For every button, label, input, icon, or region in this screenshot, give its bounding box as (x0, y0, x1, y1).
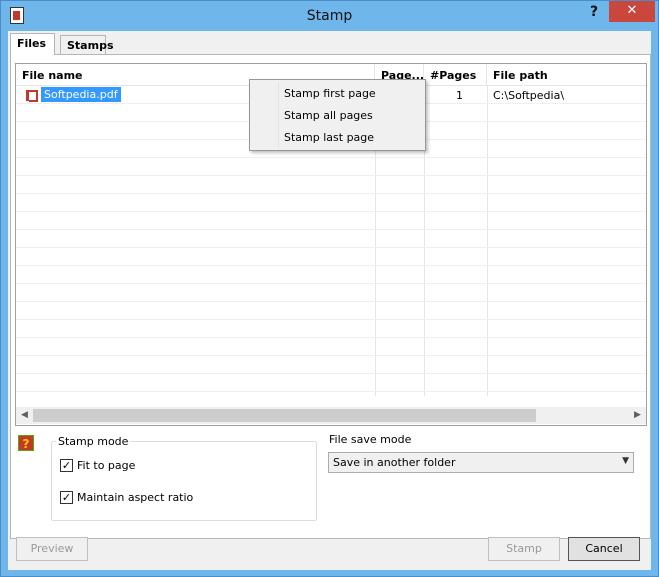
empty-row (16, 266, 646, 284)
stamp-button[interactable]: Stamp (488, 537, 560, 561)
scroll-right-icon[interactable]: ▶ (629, 407, 646, 424)
empty-row (16, 356, 646, 374)
column-header-file-path[interactable]: File path (487, 64, 646, 86)
menu-item-stamp-first-page[interactable]: Stamp first page (252, 83, 423, 105)
empty-row (16, 248, 646, 266)
help-icon[interactable]: ? (18, 435, 34, 451)
empty-row (16, 284, 646, 302)
empty-row (16, 302, 646, 320)
file-save-mode-label: File save mode (329, 433, 412, 446)
column-header-pages[interactable]: #Pages (424, 64, 487, 86)
fit-to-page-label[interactable]: Fit to page (77, 459, 135, 472)
file-save-mode-select[interactable]: Save in another folder ▼ (328, 452, 634, 473)
window-title: Stamp (306, 8, 353, 24)
stamp-mode-title: Stamp mode (56, 435, 131, 448)
help-button[interactable]: ? (587, 4, 601, 22)
file-name-cell[interactable]: Softpedia.pdf (41, 87, 121, 102)
scroll-left-icon[interactable]: ◀ (16, 407, 33, 424)
close-button[interactable]: ✕ (609, 1, 655, 22)
stamp-mode-group: Stamp mode ✓ Fit to page ✓ Maintain aspe… (51, 435, 317, 521)
menu-item-stamp-all-pages[interactable]: Stamp all pages (252, 105, 423, 127)
tab-files[interactable]: Files (10, 33, 55, 55)
file-save-mode-value: Save in another folder (333, 456, 456, 469)
empty-row (16, 212, 646, 230)
empty-row (16, 194, 646, 212)
tab-strip: Files Stamps (8, 33, 651, 55)
pages-cell[interactable]: 1 (424, 86, 487, 104)
scroll-thumb[interactable] (33, 409, 536, 422)
empty-row (16, 176, 646, 194)
empty-row (16, 374, 646, 392)
empty-row (16, 338, 646, 356)
stamp-window: Stamp ? ✕ Files Stamps File name Page...… (0, 0, 659, 577)
menu-item-stamp-last-page[interactable]: Stamp last page (252, 127, 423, 149)
file-path-cell[interactable]: C:\Softpedia\ (487, 86, 646, 104)
fit-to-page-checkbox[interactable]: ✓ (60, 459, 73, 472)
pdf-file-icon (25, 87, 38, 102)
tab-stamps[interactable]: Stamps (60, 35, 114, 54)
horizontal-scrollbar[interactable]: ◀ ▶ (16, 407, 646, 424)
title-bar[interactable]: Stamp ? ✕ (1, 1, 658, 31)
empty-row (16, 230, 646, 248)
empty-row (16, 158, 646, 176)
empty-row (16, 320, 646, 338)
context-menu: Stamp first page Stamp all pages Stamp l… (249, 79, 426, 151)
cancel-button[interactable]: Cancel (568, 537, 640, 561)
maintain-aspect-checkbox[interactable]: ✓ (60, 491, 73, 504)
maintain-aspect-label[interactable]: Maintain aspect ratio (77, 491, 193, 504)
chevron-down-icon: ▼ (622, 456, 629, 466)
preview-button[interactable]: Preview (16, 537, 88, 561)
